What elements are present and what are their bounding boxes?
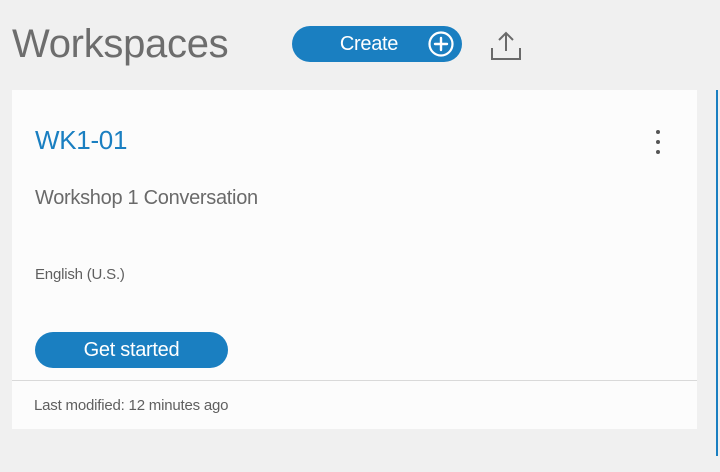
- plus-circle-icon: [428, 31, 454, 57]
- overflow-menu-icon[interactable]: [648, 126, 668, 158]
- workspaces-page: Workspaces Create WK1-01 Workshop 1 Conv…: [0, 0, 720, 472]
- menu-dot: [656, 140, 660, 144]
- workspace-language: English (U.S.): [35, 266, 125, 283]
- last-modified-text: Last modified: 12 minutes ago: [34, 397, 229, 414]
- workspace-card: WK1-01 Workshop 1 Conversation English (…: [12, 90, 697, 429]
- card-divider: [12, 380, 697, 381]
- page-title: Workspaces: [12, 22, 229, 66]
- scroll-edge-indicator: [716, 90, 718, 456]
- get-started-button[interactable]: Get started: [35, 332, 228, 368]
- create-button[interactable]: Create: [292, 26, 462, 62]
- menu-dot: [656, 130, 660, 134]
- workspace-name-link[interactable]: WK1-01: [35, 125, 127, 155]
- workspace-description: Workshop 1 Conversation: [35, 187, 258, 209]
- menu-dot: [656, 150, 660, 154]
- create-button-label: Create: [339, 32, 399, 55]
- upload-button[interactable]: [488, 28, 524, 62]
- upload-icon: [491, 31, 521, 60]
